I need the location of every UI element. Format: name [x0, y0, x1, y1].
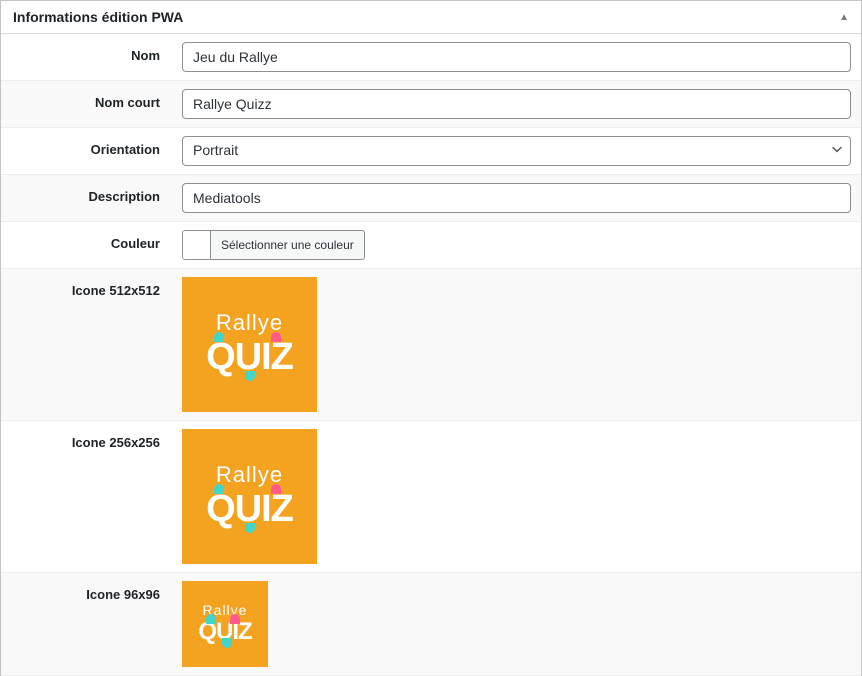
label-orientation: Orientation	[1, 128, 176, 174]
form-body: Nom Nom court Orientation Portrait	[1, 34, 861, 676]
row-short-name: Nom court	[1, 81, 861, 128]
row-orientation: Orientation Portrait	[1, 128, 861, 175]
value-cell-short-name	[176, 81, 861, 127]
value-cell-icon-512: Rallye QUIZ	[176, 269, 861, 420]
pwa-info-panel: Informations édition PWA ▲ Nom Nom court…	[0, 0, 862, 676]
value-cell-description	[176, 175, 861, 221]
value-cell-orientation: Portrait	[176, 128, 861, 174]
decoration-icon	[245, 523, 255, 533]
icon-text-line2: QUIZ	[206, 488, 293, 531]
value-cell-icon-96: Rallye QUIZ	[176, 573, 861, 675]
row-icon-512: Icone 512x512 Rallye QUIZ	[1, 269, 861, 421]
label-icon-96: Icone 96x96	[1, 573, 176, 675]
label-icon-256: Icone 256x256	[1, 421, 176, 572]
row-description: Description	[1, 175, 861, 222]
value-cell-name	[176, 34, 861, 80]
orientation-select-wrap: Portrait	[182, 136, 851, 166]
collapse-icon: ▲	[839, 12, 849, 23]
decoration-icon	[271, 484, 281, 494]
decoration-icon	[271, 332, 281, 342]
orientation-select[interactable]: Portrait	[182, 136, 851, 166]
label-name: Nom	[1, 34, 176, 80]
icon-text-line2: QUIZ	[198, 618, 251, 646]
decoration-icon	[206, 614, 216, 624]
decoration-icon	[245, 371, 255, 381]
label-description: Description	[1, 175, 176, 221]
value-cell-icon-256: Rallye QUIZ	[176, 421, 861, 572]
color-picker-button[interactable]: Sélectionner une couleur	[182, 230, 365, 260]
value-cell-color: Sélectionner une couleur	[176, 222, 861, 268]
row-name: Nom	[1, 34, 861, 81]
panel-header[interactable]: Informations édition PWA ▲	[1, 1, 861, 34]
short-name-input[interactable]	[182, 89, 851, 119]
icon-96-preview[interactable]: Rallye QUIZ	[182, 581, 268, 667]
icon-256-preview[interactable]: Rallye QUIZ	[182, 429, 317, 564]
row-icon-256: Icone 256x256 Rallye QUIZ	[1, 421, 861, 573]
description-input[interactable]	[182, 183, 851, 213]
icon-text-line2: QUIZ	[206, 336, 293, 379]
color-picker-label: Sélectionner une couleur	[211, 238, 364, 252]
panel-title: Informations édition PWA	[13, 9, 183, 25]
name-input[interactable]	[182, 42, 851, 72]
label-short-name: Nom court	[1, 81, 176, 127]
label-color: Couleur	[1, 222, 176, 268]
color-swatch	[183, 231, 211, 259]
decoration-icon	[214, 484, 224, 494]
row-color: Couleur Sélectionner une couleur	[1, 222, 861, 269]
decoration-icon	[214, 332, 224, 342]
icon-512-preview[interactable]: Rallye QUIZ	[182, 277, 317, 412]
label-icon-512: Icone 512x512	[1, 269, 176, 420]
row-icon-96: Icone 96x96 Rallye QUIZ	[1, 573, 861, 676]
decoration-icon	[230, 614, 240, 624]
